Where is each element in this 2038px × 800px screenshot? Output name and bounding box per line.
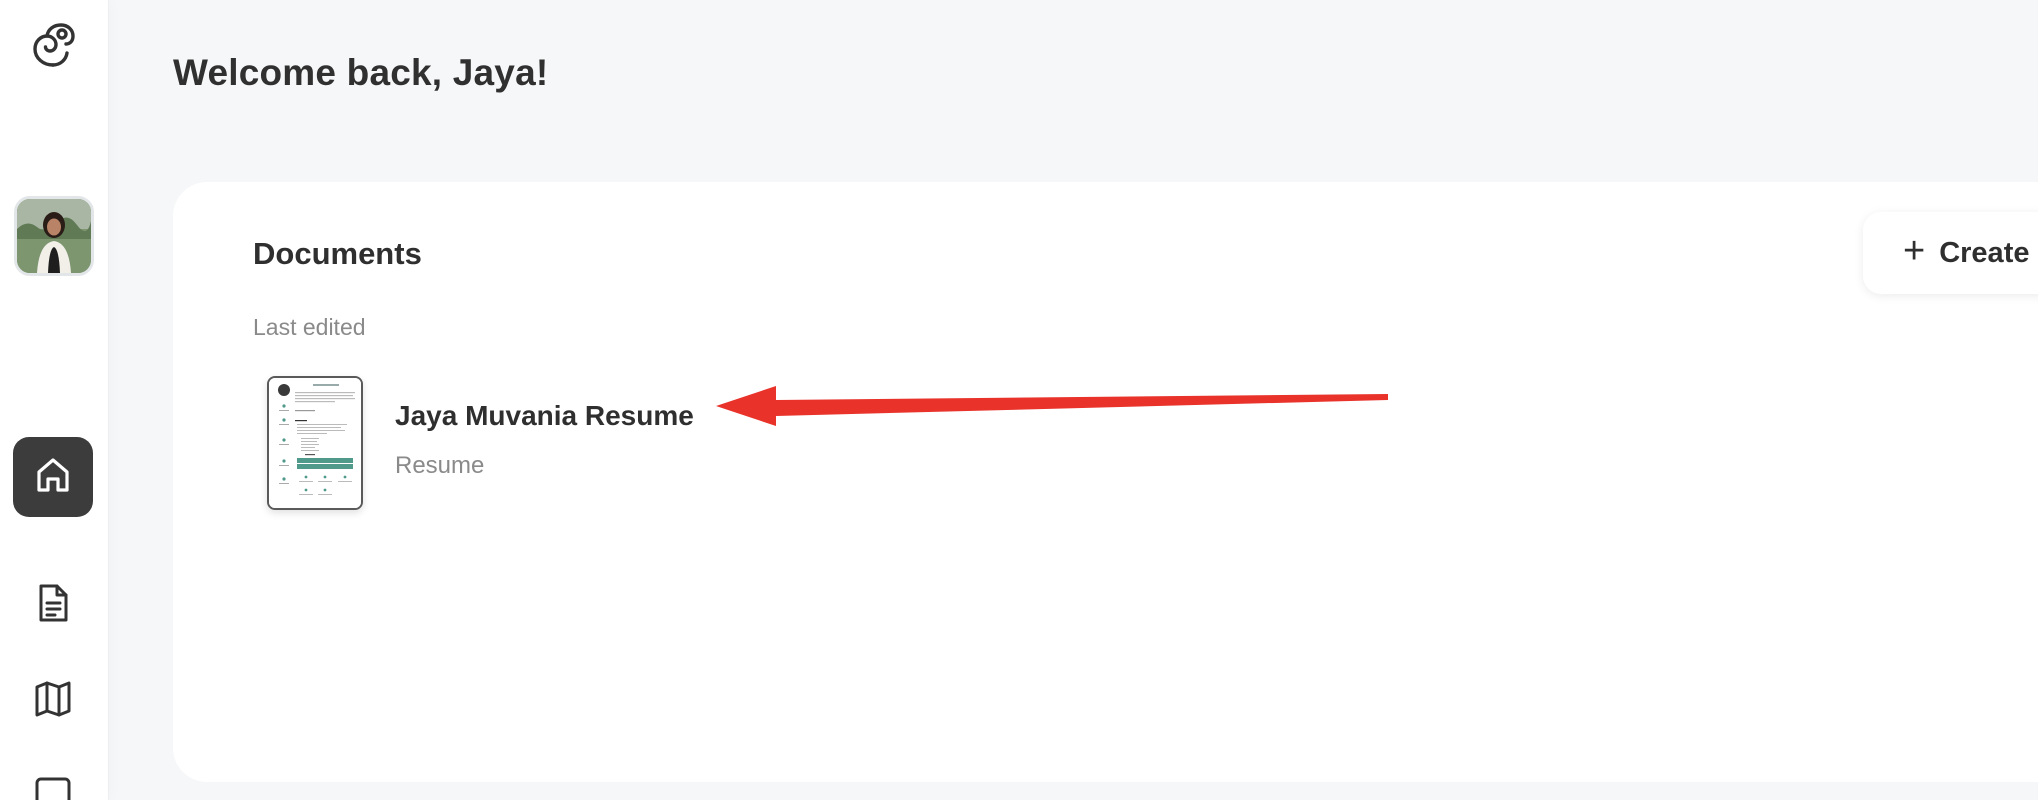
sidebar xyxy=(0,0,108,800)
avatar[interactable] xyxy=(14,196,94,276)
documents-heading: Documents xyxy=(253,236,422,271)
create-button[interactable]: + Create xyxy=(1863,212,2038,294)
annotation-arrow-icon xyxy=(716,386,1388,426)
document-meta: Jaya Muvania Resume Resume xyxy=(395,400,694,480)
square-icon xyxy=(33,775,73,800)
documents-card: Documents + Create Last edited Jaya Muva… xyxy=(173,182,2038,782)
last-edited-label: Last edited xyxy=(253,314,366,340)
document-icon xyxy=(34,583,72,628)
nav-map-button[interactable] xyxy=(13,661,93,741)
map-icon xyxy=(33,679,73,724)
document-type: Resume xyxy=(395,452,485,479)
spiral-logo-icon[interactable] xyxy=(26,18,80,72)
document-title[interactable]: Jaya Muvania Resume xyxy=(395,400,694,432)
nav-home-button[interactable] xyxy=(13,437,93,517)
document-item[interactable]: Jaya Muvania Resume Resume xyxy=(267,376,694,510)
create-button-label: Create xyxy=(1939,236,2030,269)
home-icon xyxy=(33,455,73,500)
page-title: Welcome back, Jaya! xyxy=(173,52,549,93)
nav-documents-button[interactable] xyxy=(13,565,93,645)
resume-thumbnail[interactable] xyxy=(267,376,363,510)
nav-square-button[interactable] xyxy=(13,757,93,800)
plus-icon: + xyxy=(1903,230,1926,272)
